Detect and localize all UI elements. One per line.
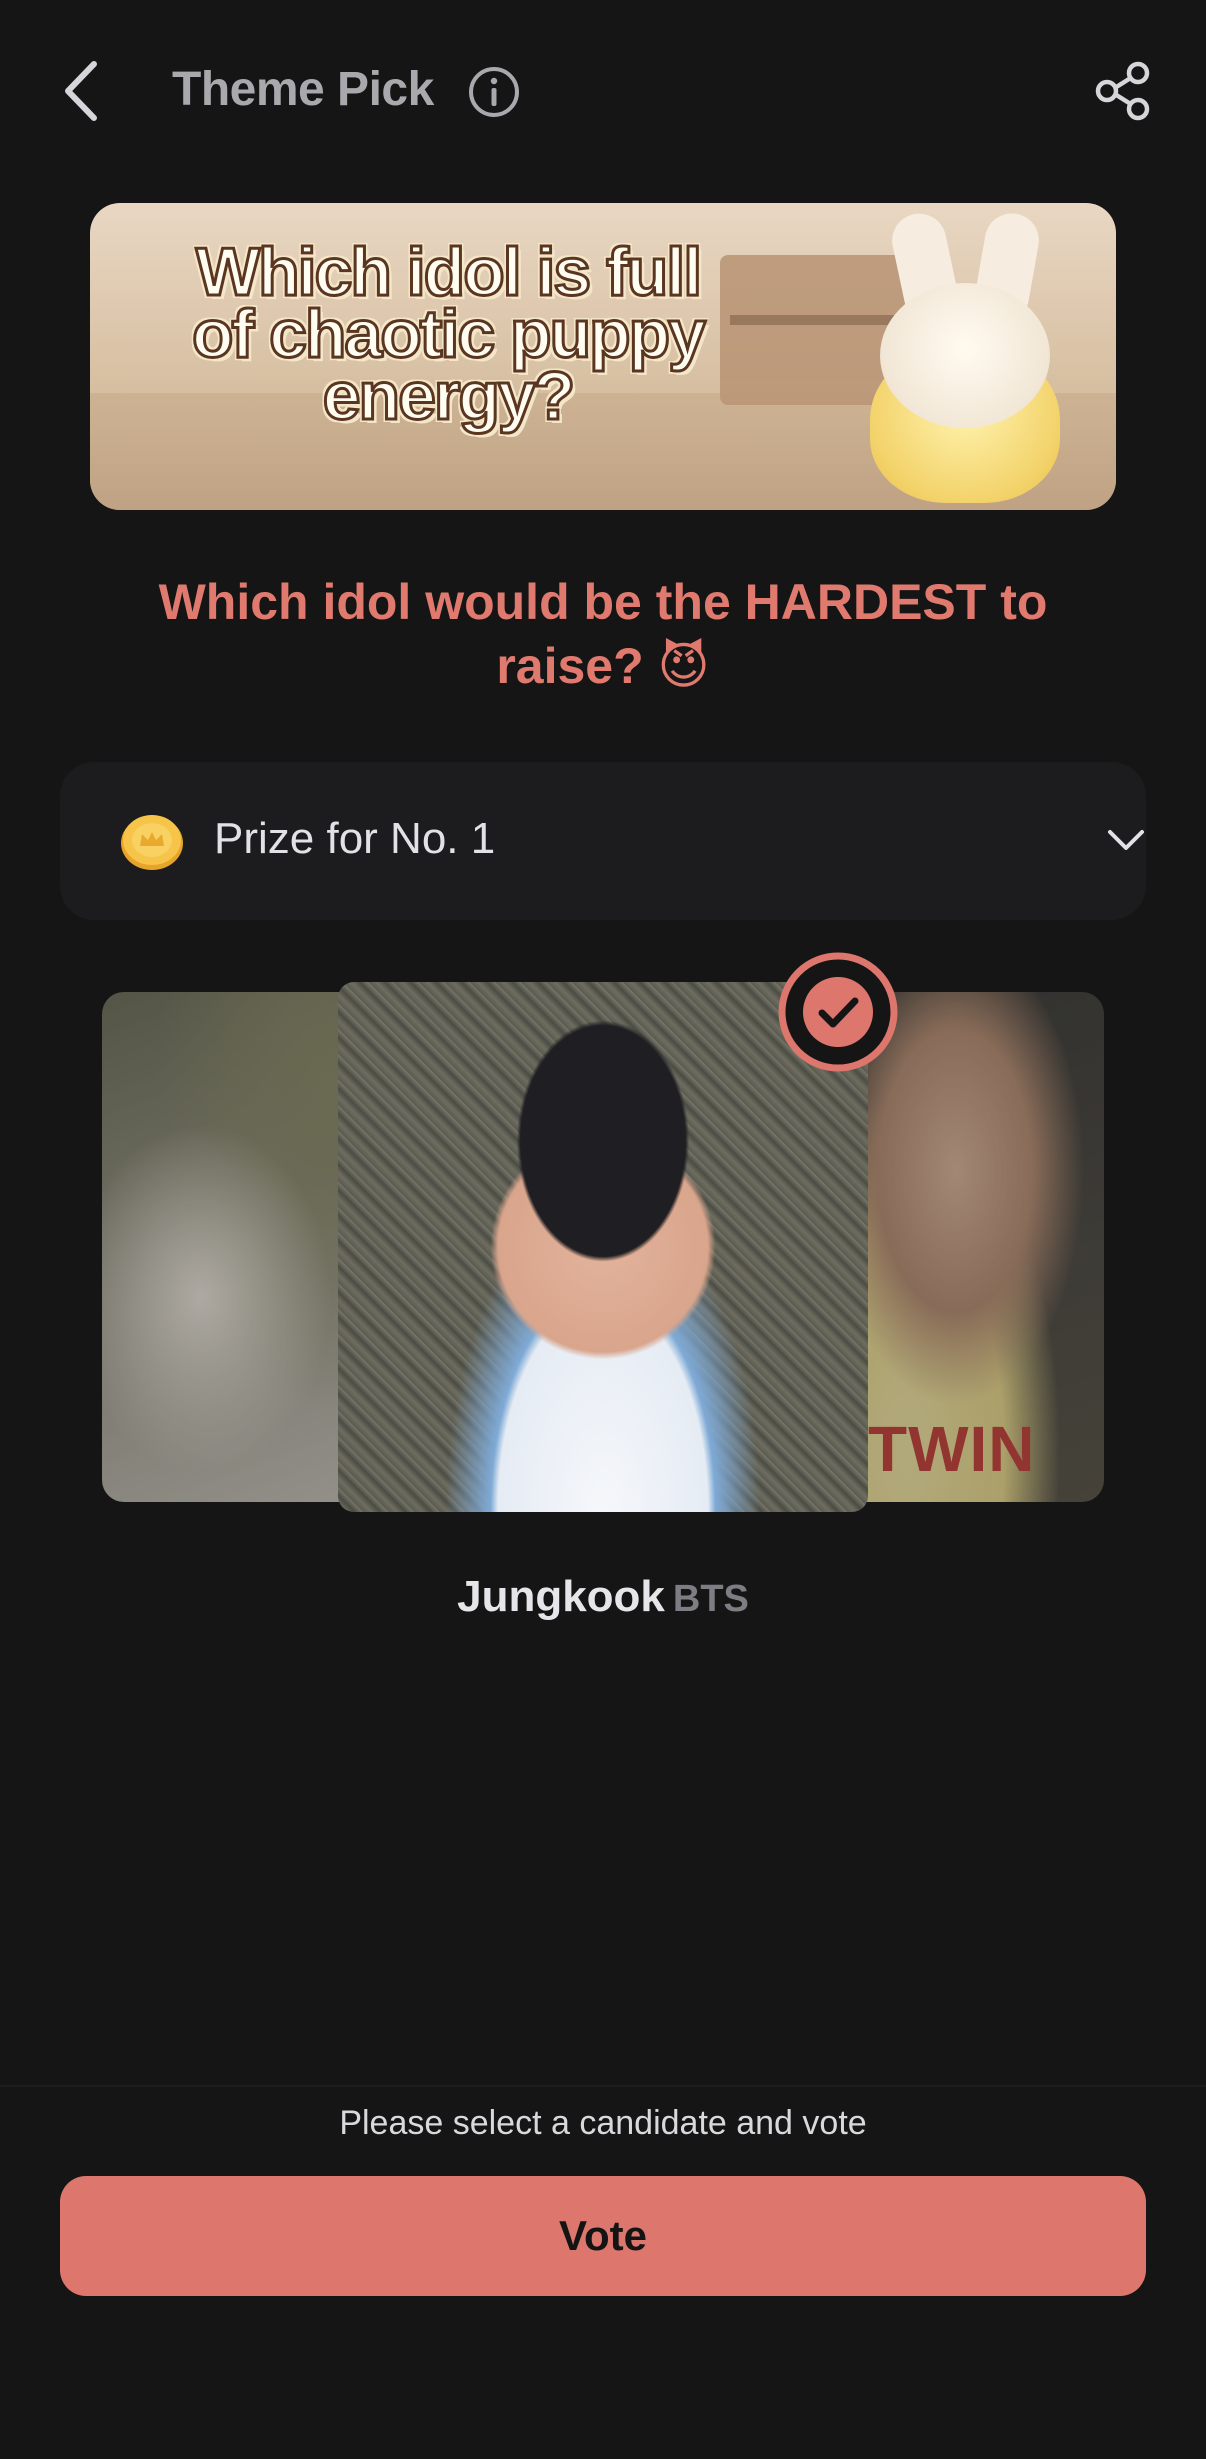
banner-title: Which idol is full of chaotic puppy ener…: [191, 234, 708, 434]
vote-button[interactable]: Vote: [60, 2176, 1146, 2296]
candidate-name-text: Jungkook: [457, 1572, 665, 1621]
check-circle-icon: [778, 952, 898, 1072]
theme-banner-image: Which idol is full of chaotic puppy ener…: [90, 203, 1116, 510]
bunny-head-illustration: [880, 283, 1050, 428]
prize-label: Prize for No. 1: [214, 814, 496, 863]
share-button[interactable]: [1090, 58, 1156, 124]
selected-badge: [776, 950, 900, 1074]
coin-icon: [118, 810, 186, 872]
prize-dropdown[interactable]: Prize for No. 1: [60, 762, 1146, 920]
theme-pick-page: Theme Pick Which idol is full of chaotic…: [0, 0, 1206, 2459]
footer-divider: [0, 2085, 1206, 2087]
vote-hint: Please select a candidate and vote: [339, 2104, 867, 2142]
page-title: Theme Pick: [172, 63, 434, 116]
chevron-down-icon: [1106, 824, 1146, 856]
share-icon: [1095, 61, 1150, 121]
chevron-left-icon: [65, 61, 97, 121]
top-bar: Theme Pick: [0, 0, 1206, 180]
shirt-print-text: TWIN: [868, 1413, 1036, 1485]
back-button[interactable]: [54, 56, 114, 126]
poll-question: Which idol would be the HARDEST to raise…: [158, 574, 1048, 694]
info-icon: [469, 67, 519, 117]
info-button[interactable]: [466, 64, 522, 120]
candidate-group-text: BTS: [672, 1578, 749, 1620]
candidate-name: Jungkook BTS: [0, 1572, 1206, 1622]
